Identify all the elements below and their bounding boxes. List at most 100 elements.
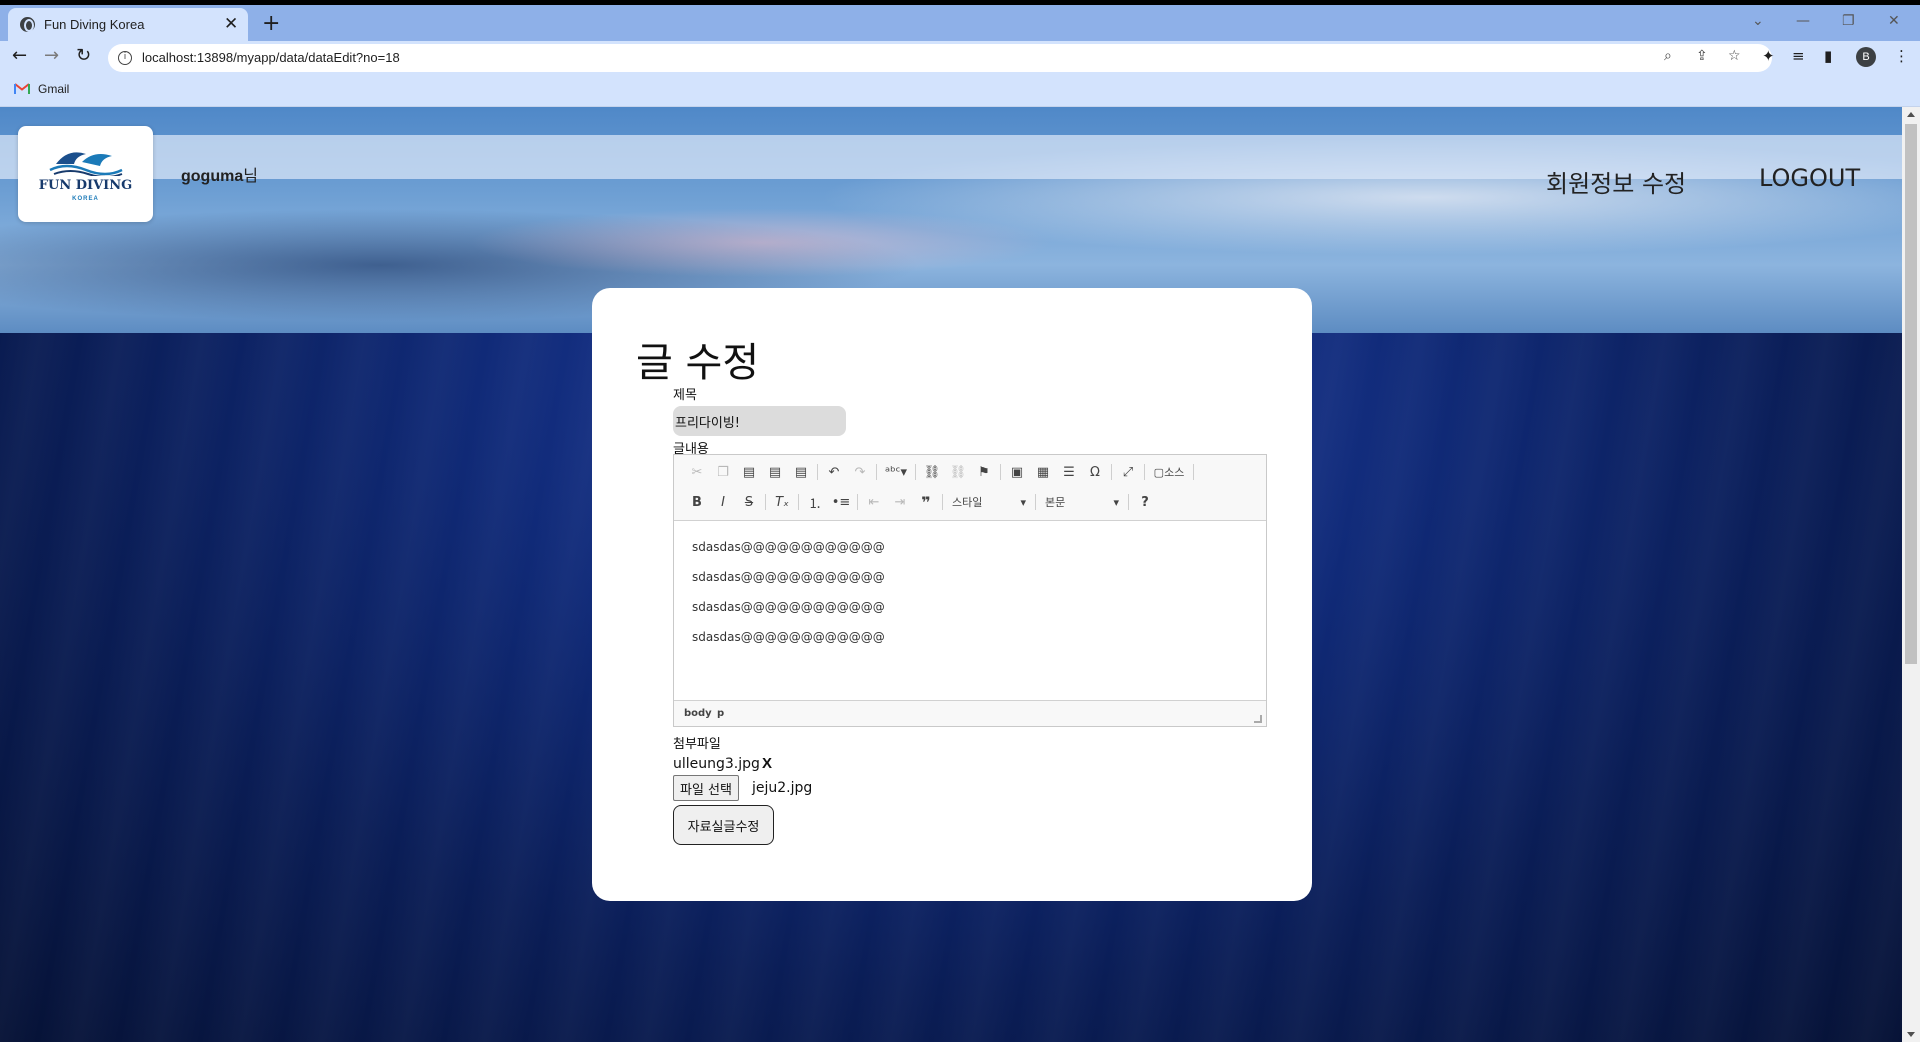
table-icon[interactable]: ▦ — [1030, 461, 1056, 483]
title-input[interactable] — [673, 406, 846, 436]
scroll-up-arrow-icon[interactable] — [1907, 112, 1915, 117]
link-icon[interactable]: ⛓ — [919, 461, 945, 483]
scroll-down-arrow-icon[interactable] — [1907, 1032, 1915, 1037]
bold-icon[interactable]: B — [684, 491, 710, 513]
outdent-icon[interactable]: ⇤ — [861, 491, 887, 513]
strikethrough-icon[interactable]: S — [736, 491, 762, 513]
toolbar-separator — [1035, 494, 1036, 510]
minimize-icon[interactable]: — — [1796, 13, 1810, 29]
window-close-icon[interactable]: ✕ — [1888, 13, 1900, 29]
page-body: goguma님 회원정보 수정 LOGOUT FUN DIVING KOREA … — [0, 107, 1902, 1042]
anchor-flag-icon[interactable]: ⚑ — [971, 461, 997, 483]
content-line[interactable]: sdasdas@@@@@@@@@@@@ — [692, 630, 885, 644]
tab-strip: Fun Diving Korea ✕ + ⌄ — ❐ ✕ — [0, 5, 1920, 41]
source-button[interactable]: ▢ 소스 — [1148, 461, 1190, 483]
reload-icon[interactable]: ↻ — [76, 45, 91, 66]
tab-search-icon[interactable]: ⌄ — [1752, 13, 1764, 29]
toolbar-separator — [765, 494, 766, 510]
editor-toolbar-row-2: B I S Tₓ ⒈ •≡ ⇤ ⇥ ❞ 스타일 ▾ 본문 ▾ ? — [684, 490, 1158, 514]
user-suffix: 님 — [243, 166, 258, 185]
share-icon[interactable]: ⇪ — [1696, 48, 1708, 64]
globe-favicon-icon — [20, 17, 35, 32]
address-bar[interactable]: i localhost:13898/myapp/data/dataEdit?no… — [108, 44, 1772, 72]
format-combo[interactable]: 본문 ▾ — [1039, 492, 1125, 512]
gmail-icon[interactable] — [14, 83, 30, 95]
profile-avatar[interactable]: B — [1856, 47, 1876, 67]
attach-label: 첨부파일 — [673, 737, 721, 752]
info-icon[interactable]: i — [118, 51, 132, 65]
logo-text: FUN DIVING — [38, 178, 133, 193]
italic-icon[interactable]: I — [710, 491, 736, 513]
chevron-down-icon: ▾ — [1113, 495, 1119, 509]
bulleted-list-icon[interactable]: •≡ — [828, 491, 854, 513]
resize-handle[interactable] — [1254, 715, 1262, 723]
zoom-icon[interactable]: ⌕ — [1664, 48, 1672, 64]
path-p[interactable]: p — [717, 708, 724, 719]
paste-word-icon[interactable]: ▤ — [788, 461, 814, 483]
browser-tab[interactable]: Fun Diving Korea ✕ — [8, 8, 248, 41]
editor-content-area[interactable]: sdasdas@@@@@@@@@@@@ sdasdas@@@@@@@@@@@@ … — [674, 521, 1266, 701]
toolbar-separator — [817, 464, 818, 480]
toolbar-separator — [798, 494, 799, 510]
content-line[interactable]: sdasdas@@@@@@@@@@@@ — [692, 600, 885, 614]
blockquote-icon[interactable]: ❞ — [913, 491, 939, 513]
toolbar-separator — [876, 464, 877, 480]
numbered-list-icon[interactable]: ⒈ — [802, 491, 828, 513]
user-greeting: goguma님 — [181, 162, 258, 186]
toolbar-separator — [942, 494, 943, 510]
dolphin-logo-icon — [49, 152, 123, 176]
logout-link[interactable]: LOGOUT — [1759, 164, 1860, 192]
style-combo[interactable]: 스타일 ▾ — [946, 492, 1032, 512]
source-label: 소스 — [1164, 466, 1185, 479]
bookmark-star-icon[interactable]: ☆ — [1728, 48, 1741, 64]
browser-toolbar: ← → ↻ i localhost:13898/myapp/data/dataE… — [0, 41, 1920, 75]
url-text[interactable]: localhost:13898/myapp/data/dataEdit?no=1… — [142, 50, 400, 65]
editor-toolbar: ✂ ❐ ▤ ▤ ▤ ↶ ↷ ᵃᵇᶜ▾ ⛓ ⛓ ⚑ ▣ ▦ ☰ Ω ⤢ ▢ 소스 … — [674, 455, 1266, 521]
new-tab-icon[interactable]: + — [262, 11, 280, 36]
maximize-icon[interactable]: ⤢ — [1115, 461, 1141, 483]
bookmark-gmail[interactable]: Gmail — [38, 82, 69, 96]
page-scrollbar[interactable] — [1902, 107, 1920, 1042]
content-line[interactable]: sdasdas@@@@@@@@@@@@ — [692, 570, 885, 584]
redo-icon[interactable]: ↷ — [847, 461, 873, 483]
horizontal-rule-icon[interactable]: ☰ — [1056, 461, 1082, 483]
file-select-button[interactable]: 파일 선택 — [673, 775, 739, 801]
format-combo-label: 본문 — [1045, 496, 1066, 509]
paste-icon[interactable]: ▤ — [736, 461, 762, 483]
edit-form-card: 글 수정 제목 글내용 ✂ ❐ ▤ ▤ ▤ ↶ ↷ ᵃᵇᶜ▾ ⛓ — [592, 288, 1312, 901]
chevron-down-icon: ▾ — [1020, 495, 1026, 509]
undo-icon[interactable]: ↶ — [821, 461, 847, 483]
site-logo[interactable]: FUN DIVING KOREA — [18, 126, 153, 222]
back-icon[interactable]: ← — [12, 45, 27, 66]
scroll-thumb[interactable] — [1905, 124, 1917, 664]
bookmarks-bar: Gmail — [0, 75, 1920, 107]
paste-text-icon[interactable]: ▤ — [762, 461, 788, 483]
sidepanel-icon[interactable]: ▮ — [1824, 47, 1832, 65]
toolbar-separator — [1128, 494, 1129, 510]
extensions-icon[interactable]: ✦ — [1762, 47, 1775, 65]
edit-profile-link[interactable]: 회원정보 수정 — [1546, 164, 1686, 199]
menu-icon[interactable]: ⋮ — [1894, 47, 1909, 65]
media-icon[interactable]: ≡ — [1792, 47, 1805, 65]
browser-chrome: Fun Diving Korea ✕ + ⌄ — ❐ ✕ ← → ↻ i loc… — [0, 0, 1920, 107]
toolbar-separator — [1111, 464, 1112, 480]
spellcheck-icon[interactable]: ᵃᵇᶜ▾ — [880, 461, 912, 483]
delete-file-button[interactable]: X — [762, 755, 772, 772]
restore-icon[interactable]: ❐ — [1842, 13, 1855, 29]
editor-toolbar-row-1: ✂ ❐ ▤ ▤ ▤ ↶ ↷ ᵃᵇᶜ▾ ⛓ ⛓ ⚑ ▣ ▦ ☰ Ω ⤢ ▢ 소스 — [684, 460, 1197, 484]
rich-text-editor: ✂ ❐ ▤ ▤ ▤ ↶ ↷ ᵃᵇᶜ▾ ⛓ ⛓ ⚑ ▣ ▦ ☰ Ω ⤢ ▢ 소스 … — [673, 454, 1267, 727]
path-body[interactable]: body — [684, 708, 712, 719]
special-char-icon[interactable]: Ω — [1082, 461, 1108, 483]
submit-button[interactable]: 자료실글수정 — [673, 805, 774, 845]
unlink-icon[interactable]: ⛓ — [945, 461, 971, 483]
cut-icon[interactable]: ✂ — [684, 461, 710, 483]
forward-icon[interactable]: → — [44, 45, 59, 66]
image-icon[interactable]: ▣ — [1004, 461, 1030, 483]
copy-icon[interactable]: ❐ — [710, 461, 736, 483]
tab-close-icon[interactable]: ✕ — [224, 14, 238, 34]
indent-icon[interactable]: ⇥ — [887, 491, 913, 513]
help-icon[interactable]: ? — [1132, 491, 1158, 513]
source-icon: ▢ — [1153, 465, 1165, 479]
remove-format-icon[interactable]: Tₓ — [769, 491, 795, 513]
content-line[interactable]: sdasdas@@@@@@@@@@@@ — [692, 540, 885, 554]
